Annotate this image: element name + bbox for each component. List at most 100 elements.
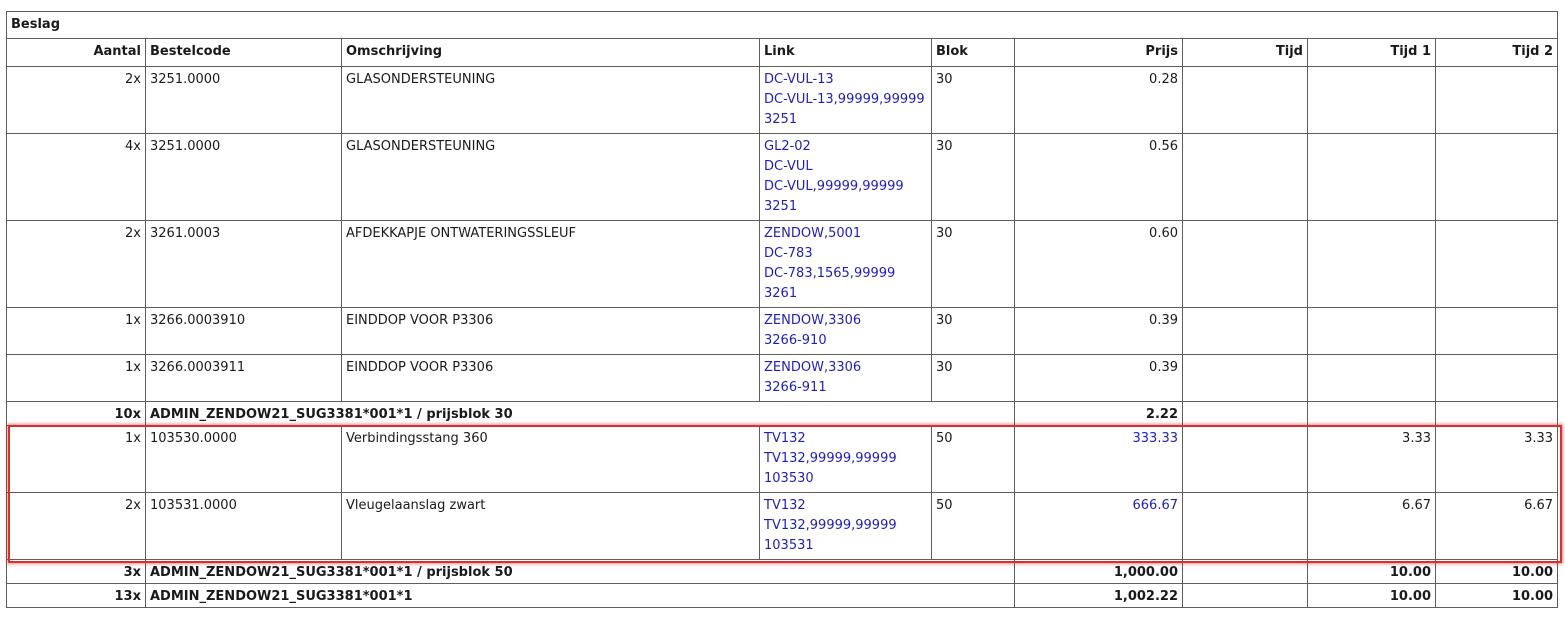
cell-prijs: 0.28 [1014,66,1183,134]
cell-tijd2 [1434,307,1559,355]
cell-tijd2 [1434,401,1559,426]
cell-tijd2 [1434,220,1559,308]
cell-prijs: 0.39 [1014,307,1183,355]
section-title: Beslag [5,11,1559,39]
cell-tijd2: 6.67 [1434,492,1559,560]
link-text[interactable]: TV132,99999,99999 [764,516,927,536]
link-text[interactable]: DC-783 [764,244,927,264]
table-row: 1x 103530.0000 Verbindingsstang 360 TV132 TV… [6,425,1559,493]
cell-blok: 30 [931,66,1015,134]
cell-label: ADMIN_ZENDOW21_SUG3381*001*1 [145,583,1015,608]
cell-label: ADMIN_ZENDOW21_SUG3381*001*1 / prijsblok… [145,559,1015,584]
cell-tijd [1182,354,1308,402]
cell-tijd1: 10.00 [1307,559,1436,584]
link-text[interactable]: ZENDOW,3306 [764,358,927,378]
link-text[interactable]: DC-VUL,99999,99999 [764,177,927,197]
cell-link: GL2-02 DC-VUL DC-VUL,99999,99999 3251 [759,133,932,221]
cell-tijd [1182,401,1308,426]
cell-label: ADMIN_ZENDOW21_SUG3381*001*1 / prijsblok… [145,401,1015,426]
cell-tijd2: 10.00 [1434,559,1559,584]
link-text[interactable]: DC-VUL [764,157,927,177]
cell-tijd1 [1307,354,1436,402]
cell-bestelcode: 103531.0000 [145,492,342,560]
cell-tijd1: 3.33 [1307,425,1436,493]
cell-tijd1 [1307,133,1436,221]
cell-omschrijving: EINDDOP VOOR P3306 [341,354,760,402]
cell-omschrijving: AFDEKKAPJE ONTWATERINGSSLEUF [341,220,760,308]
link-text[interactable]: ZENDOW,5001 [764,224,927,244]
cell-aantal: 2x [6,492,146,560]
cell-aantal: 3x [6,559,146,584]
beslag-table: Beslag Aantal Bestelcode Omschrijving Li… [5,11,1559,608]
table-row: 4x 3251.0000 GLASONDERSTEUNING GL2-02 DC-VUL… [6,133,1559,221]
cell-link: TV132 TV132,99999,99999 103530 [759,425,932,493]
header-bestelcode: Bestelcode [145,38,342,67]
link-text[interactable]: TV132 [764,496,927,516]
cell-tijd [1182,66,1308,134]
link-text[interactable]: 3266-911 [764,378,927,398]
cell-prijs: 1,000.00 [1014,559,1183,584]
total-row: 13x ADMIN_ZENDOW21_SUG3381*001*1 1,002.22 1… [6,583,1559,608]
cell-prijs: 666.67 [1014,492,1183,560]
cell-tijd2: 10.00 [1434,583,1559,608]
cell-aantal: 10x [6,401,146,426]
header-tijd1: Tijd 1 [1307,38,1436,67]
link-text[interactable]: GL2-02 [764,137,927,157]
header-tijd2: Tijd 2 [1434,38,1559,67]
cell-aantal: 13x [6,583,146,608]
table-row: 1x 3266.0003911 EINDDOP VOOR P3306 ZENDOW,3… [6,354,1559,402]
cell-link: ZENDOW,5001 DC-783 DC-783,1565,99999 3261 [759,220,932,308]
cell-aantal: 4x [6,133,146,221]
link-text[interactable]: DC-VUL-13,99999,99999 [764,90,927,110]
cell-aantal: 1x [6,425,146,493]
link-text[interactable]: TV132,99999,99999 [764,449,927,469]
link-text[interactable]: 103530 [764,469,927,489]
link-text[interactable]: 3251 [764,197,927,217]
subtotal-row: 3x ADMIN_ZENDOW21_SUG3381*001*1 / prijsbl… [6,559,1559,584]
cell-tijd1 [1307,220,1436,308]
link-text[interactable]: 3266-910 [764,331,927,351]
cell-tijd2 [1434,354,1559,402]
cell-tijd1 [1307,307,1436,355]
link-text[interactable]: 3251 [764,110,927,130]
cell-blok: 30 [931,307,1015,355]
link-text[interactable]: DC-783,1565,99999 [764,264,927,284]
cell-omschrijving: EINDDOP VOOR P3306 [341,307,760,355]
cell-prijs: 0.39 [1014,354,1183,402]
cell-prijs: 2.22 [1014,401,1183,426]
cell-aantal: 1x [6,307,146,355]
cell-tijd [1182,583,1308,608]
link-text[interactable]: TV132 [764,429,927,449]
section-title-row: Beslag [5,11,1559,39]
cell-prijs: 1,002.22 [1014,583,1183,608]
header-tijd: Tijd [1182,38,1308,67]
header-aantal: Aantal [6,38,146,67]
header-row: Aantal Bestelcode Omschrijving Link Blok… [6,38,1559,67]
header-omschrijving: Omschrijving [341,38,760,67]
cell-tijd2 [1434,66,1559,134]
cell-tijd1 [1307,66,1436,134]
link-text[interactable]: 103531 [764,536,927,556]
cell-tijd [1182,307,1308,355]
cell-bestelcode: 3251.0000 [145,66,342,134]
link-text[interactable]: 3261 [764,284,927,304]
link-text[interactable]: ZENDOW,3306 [764,311,927,331]
cell-omschrijving: Verbindingsstang 360 [341,425,760,493]
cell-tijd [1182,220,1308,308]
cell-blok: 30 [931,220,1015,308]
cell-omschrijving: GLASONDERSTEUNING [341,133,760,221]
cell-aantal: 1x [6,354,146,402]
cell-bestelcode: 103530.0000 [145,425,342,493]
header-prijs: Prijs [1014,38,1183,67]
cell-prijs: 333.33 [1014,425,1183,493]
subtotal-row: 10x ADMIN_ZENDOW21_SUG3381*001*1 / prijsb… [6,401,1559,426]
cell-tijd1 [1307,401,1436,426]
cell-prijs: 0.60 [1014,220,1183,308]
cell-link: DC-VUL-13 DC-VUL-13,99999,99999 3251 [759,66,932,134]
cell-tijd [1182,133,1308,221]
cell-link: ZENDOW,3306 3266-911 [759,354,932,402]
link-text[interactable]: DC-VUL-13 [764,70,927,90]
table-row: 2x 103531.0000 Vleugelaanslag zwart TV132 TV… [6,492,1559,560]
cell-tijd1: 6.67 [1307,492,1436,560]
cell-blok: 30 [931,354,1015,402]
